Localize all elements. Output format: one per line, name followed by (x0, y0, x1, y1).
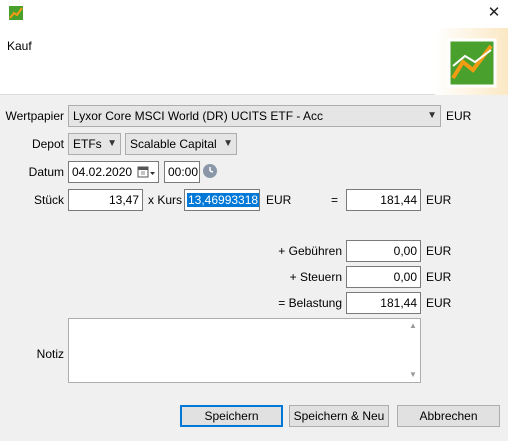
dialog-title: Kauf (7, 39, 32, 53)
belastung-field[interactable]: 181,44 (346, 292, 421, 314)
belastung-label: = Belastung (278, 296, 342, 310)
stueck-label: Stück (33, 193, 64, 207)
time-value: 00:00 (168, 165, 199, 179)
save-and-new-button[interactable]: Speichern & Neu (289, 405, 389, 427)
gebuehren-currency: EUR (426, 244, 452, 258)
time-field[interactable]: 00:00 (164, 161, 200, 183)
cancel-button[interactable]: Abbrechen (397, 405, 500, 427)
depot-account-select[interactable]: Scalable Capital ▼ (125, 133, 237, 155)
chevron-down-icon: ▼ (107, 138, 117, 149)
kurs-value: 13,46993318 (187, 193, 259, 207)
chart-logo-icon (435, 28, 508, 95)
depot-account-value: Scalable Capital (130, 137, 217, 151)
steuern-field[interactable]: 0,00 (346, 266, 421, 288)
kurs-label: x Kurs (148, 193, 183, 207)
wertpapier-select[interactable]: Lyxor Core MSCI World (DR) UCITS ETF - A… (68, 105, 441, 127)
stueck-field[interactable]: 13,47 (68, 189, 143, 211)
total-field[interactable]: 181,44 (346, 189, 421, 211)
wertpapier-value: Lyxor Core MSCI World (DR) UCITS ETF - A… (73, 109, 324, 123)
chevron-down-icon: ▼ (427, 110, 437, 121)
date-value: 04.02.2020 (72, 165, 133, 179)
kurs-currency: EUR (266, 193, 292, 207)
steuern-label: + Steuern (289, 270, 342, 284)
scroll-down-icon[interactable]: ▼ (406, 368, 420, 382)
chart-app-icon (9, 6, 23, 20)
equals-sign: = (331, 193, 339, 207)
save-button[interactable]: Speichern (180, 405, 283, 427)
dialog-header (0, 0, 508, 95)
close-button[interactable]: ✕ (484, 3, 504, 23)
wertpapier-label: Wertpapier (5, 109, 64, 123)
notiz-label: Notiz (36, 347, 64, 361)
total-currency: EUR (426, 193, 452, 207)
depot-label: Depot (31, 137, 64, 151)
gebuehren-field[interactable]: 0,00 (346, 240, 421, 262)
clock-icon[interactable] (202, 163, 218, 179)
gebuehren-label: + Gebühren (278, 244, 342, 258)
scroll-up-icon[interactable]: ▲ (406, 319, 420, 333)
calendar-icon[interactable] (136, 162, 156, 182)
date-field[interactable]: 04.02.2020 (68, 161, 159, 183)
notiz-textarea[interactable]: ▲ ▼ (68, 318, 421, 383)
depot-portfolio-select[interactable]: ETFs ▼ (68, 133, 121, 155)
wertpapier-currency: EUR (446, 109, 472, 123)
steuern-currency: EUR (426, 270, 452, 284)
datum-label: Datum (28, 165, 64, 179)
belastung-currency: EUR (426, 296, 452, 310)
notiz-value (69, 319, 420, 323)
depot-portfolio-value: ETFs (73, 137, 102, 151)
chevron-down-icon: ▼ (223, 138, 233, 149)
kurs-field[interactable]: 13,46993318 (184, 189, 260, 211)
